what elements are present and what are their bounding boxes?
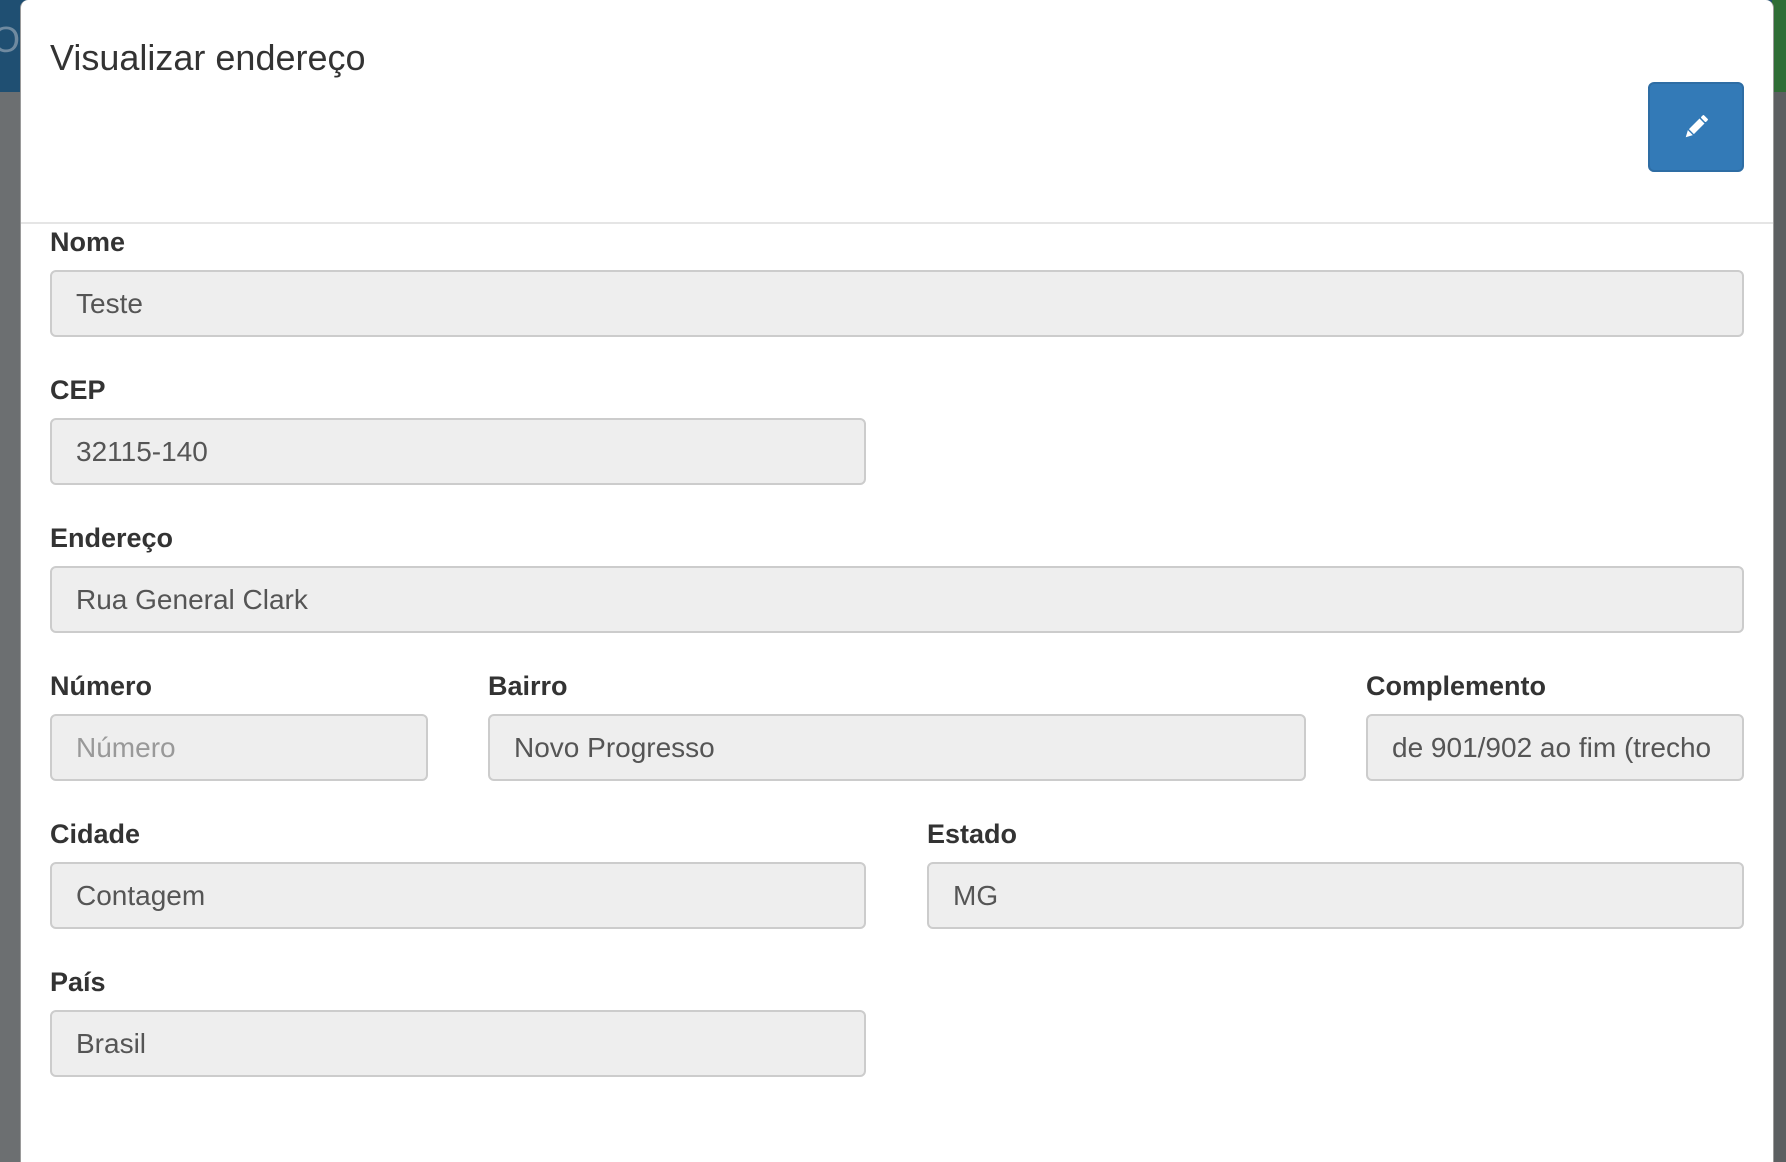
cep-input[interactable] (50, 418, 866, 485)
endereco-input[interactable] (50, 566, 1744, 633)
estado-label: Estado (927, 819, 1018, 849)
numero-field-group: Número (50, 670, 428, 782)
nome-label: Nome (50, 227, 126, 257)
estado-input[interactable] (927, 862, 1744, 929)
complemento-input[interactable] (1366, 714, 1744, 781)
bairro-input[interactable] (488, 714, 1306, 781)
nome-field-group: Nome (50, 226, 1744, 338)
numero-label: Número (50, 671, 153, 701)
nome-input[interactable] (50, 270, 1744, 337)
pais-field-group: País (50, 966, 866, 1078)
background-header-accent (1772, 0, 1786, 92)
complemento-field-group: Complemento (1366, 670, 1744, 782)
numero-input[interactable] (50, 714, 428, 781)
cidade-input[interactable] (50, 862, 866, 929)
edit-button[interactable] (1648, 82, 1744, 172)
cep-label: CEP (50, 375, 106, 405)
bairro-label: Bairro (488, 671, 568, 701)
estado-field-group: Estado (927, 818, 1744, 930)
complemento-label: Complemento (1366, 671, 1547, 701)
pencil-icon (1685, 115, 1708, 138)
cidade-field-group: Cidade (50, 818, 866, 930)
pais-label: País (50, 967, 106, 997)
pais-input[interactable] (50, 1010, 866, 1077)
view-address-modal: Visualizar endereço Nome CEP Endereço (20, 0, 1774, 1162)
modal-title: Visualizar endereço (50, 37, 366, 78)
modal-header: Visualizar endereço (21, 0, 1773, 224)
endereco-label: Endereço (50, 523, 174, 553)
endereco-field-group: Endereço (50, 522, 1744, 634)
cep-field-group: CEP (50, 374, 866, 486)
bairro-field-group: Bairro (488, 670, 1306, 782)
cidade-label: Cidade (50, 819, 141, 849)
background-scroll-edge (1772, 92, 1786, 1162)
